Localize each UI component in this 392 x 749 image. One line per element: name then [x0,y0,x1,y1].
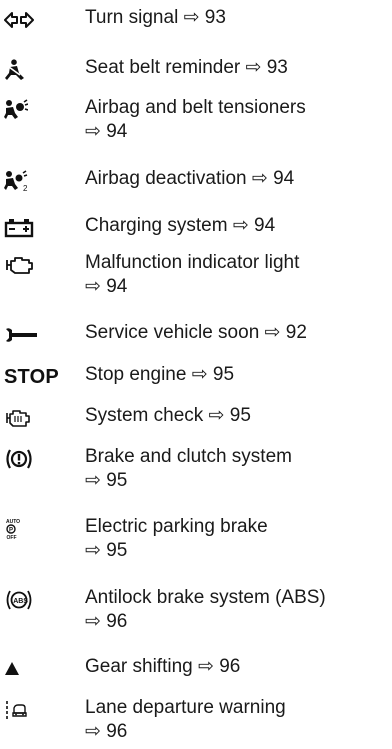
arrow-symbol: ⇨ [85,276,101,297]
page-ref-link[interactable]: 95 [106,470,127,491]
airbag-deactivation-icon: 2 [4,170,38,192]
item-label: Charging system [85,215,228,236]
arrow-symbol: ⇨ [85,611,101,632]
page-ref-link[interactable]: 94 [106,276,127,297]
item-label: Airbag and belt tensioners [85,97,306,118]
stop-icon: STOP [4,366,59,388]
page-ref-link[interactable]: 96 [219,656,240,677]
brake-warning-icon [4,448,38,470]
stop-icon-text: STOP [4,366,59,388]
arrow-symbol: ⇨ [183,7,200,28]
page-ref-link[interactable]: 95 [213,364,234,385]
item-label: Antilock brake system (ABS) [85,587,326,608]
battery-icon [4,217,38,239]
seat-belt-reminder-icon [4,59,38,81]
item-label: Stop engine [85,364,187,385]
system-check-icon [4,407,38,429]
arrow-symbol: ⇨ [85,470,101,491]
item-label: Airbag deactivation [85,168,247,189]
arrow-symbol: ⇨ [85,540,101,561]
page-ref-link[interactable]: 92 [286,322,307,343]
arrow-symbol: ⇨ [251,168,268,189]
arrow-symbol: ⇨ [198,656,214,677]
gear-shift-triangle-icon [4,658,38,680]
item-label: Turn signal [85,7,179,28]
page-ref-link[interactable]: 95 [230,405,251,426]
item-label: Lane departure warning [85,697,286,718]
page-ref-link[interactable]: 94 [106,121,127,142]
arrow-symbol: ⇨ [85,121,101,142]
svg-text:2: 2 [23,184,28,192]
abs-icon: ABS [4,589,38,611]
page-ref-link[interactable]: 96 [106,611,127,632]
item-label: Seat belt reminder [85,57,241,78]
page-ref-link[interactable]: 95 [106,540,127,561]
arrow-symbol: ⇨ [191,364,208,385]
turn-signal-icon [4,9,38,31]
item-label: Gear shifting [85,656,193,677]
page-ref-link[interactable]: 96 [106,721,127,742]
item-label: Electric parking brake [85,516,268,537]
item-label: Malfunction indicator light [85,252,300,273]
item-label: Service vehicle soon [85,322,260,343]
arrow-symbol: ⇨ [232,215,249,236]
page-ref-link[interactable]: 94 [273,168,294,189]
wrench-icon [4,324,38,346]
svg-text:ABS: ABS [13,598,28,605]
arrow-symbol: ⇨ [208,405,225,426]
item-label: System check [85,405,204,426]
svg-text:AUTO: AUTO [6,519,20,525]
page-ref-link[interactable]: 93 [205,7,226,28]
svg-text:OFF: OFF [7,535,17,540]
page-ref-link[interactable]: 94 [254,215,275,236]
parking-brake-icon: AUTO P OFF [4,518,38,540]
arrow-symbol: ⇨ [264,322,281,343]
item-label: Brake and clutch system [85,446,292,467]
airbag-icon [4,99,38,121]
engine-icon [4,254,38,276]
svg-text:P: P [9,528,13,534]
page-ref-link[interactable]: 93 [267,57,288,78]
arrow-symbol: ⇨ [85,721,101,742]
arrow-symbol: ⇨ [245,57,262,78]
lane-departure-icon [4,699,38,721]
